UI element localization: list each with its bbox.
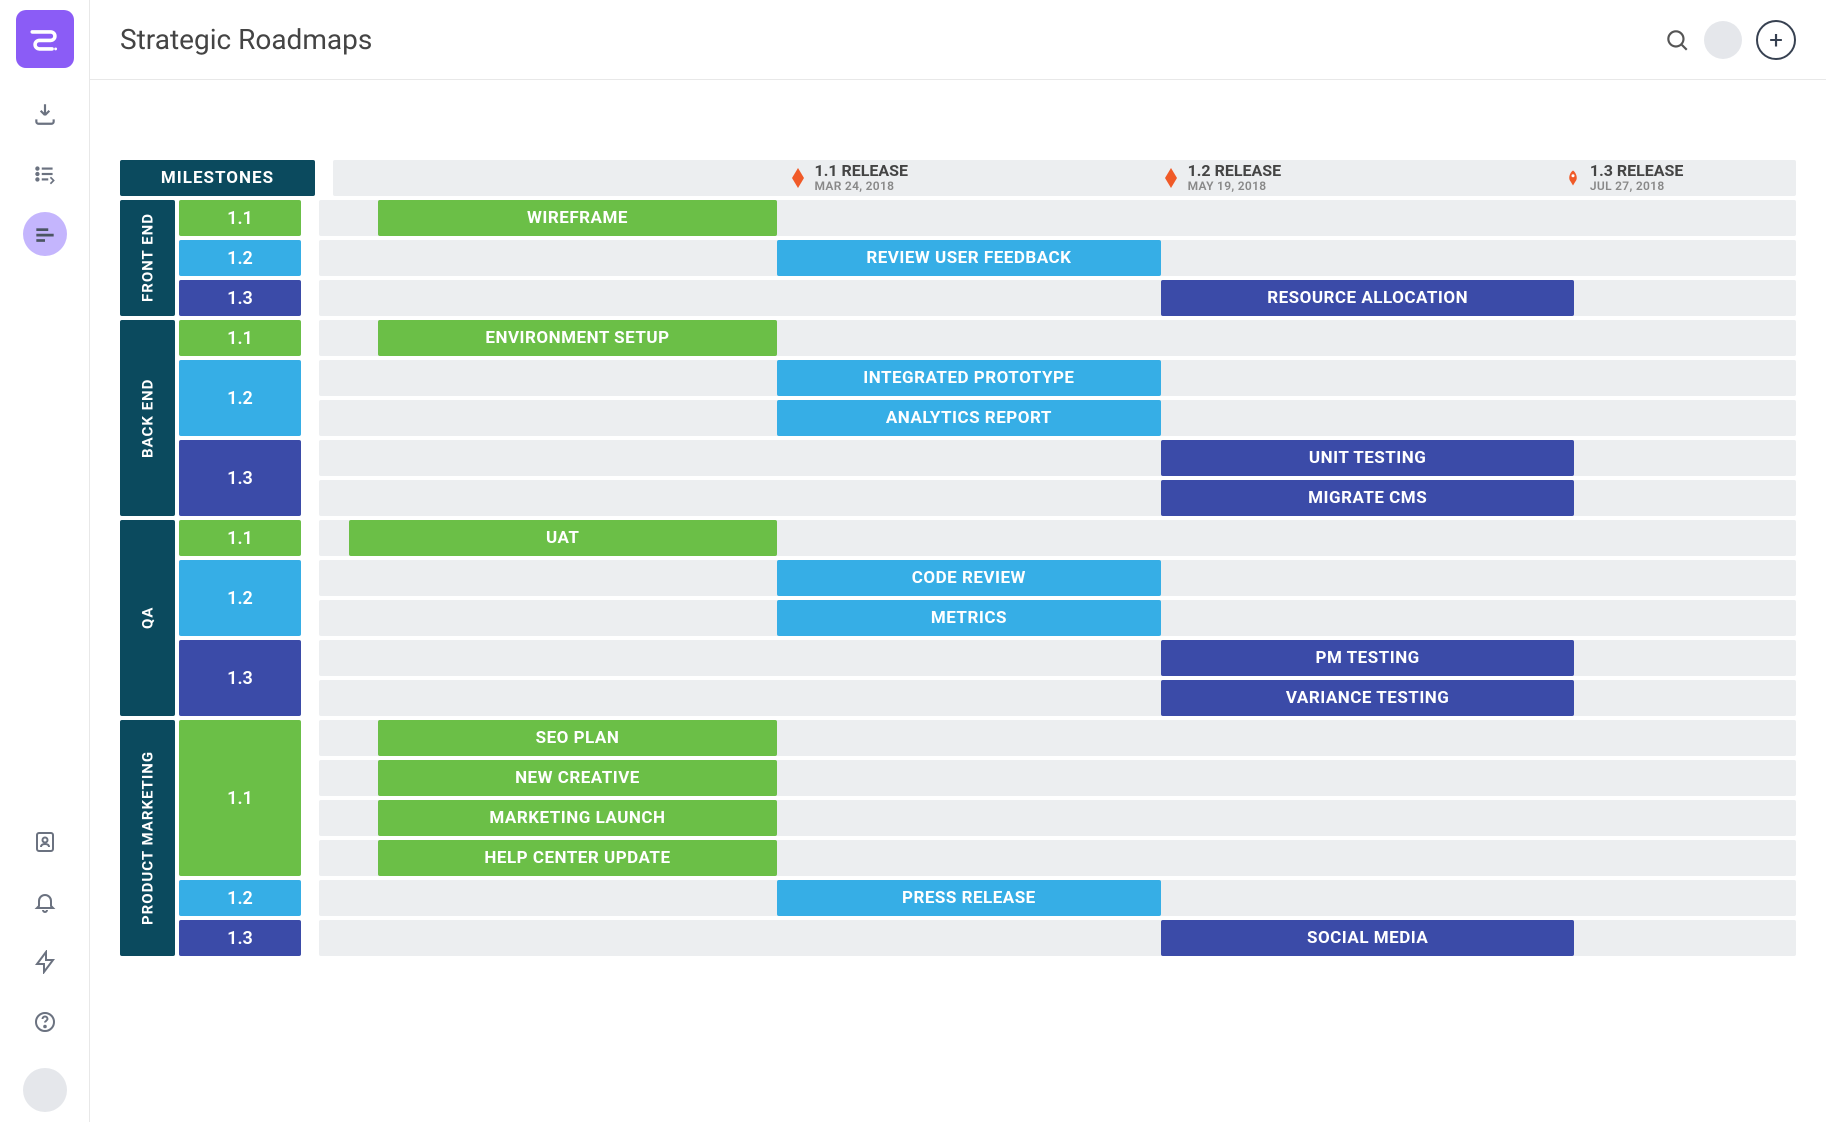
swimlane-label: PRODUCT MARKETING	[120, 720, 175, 956]
task-track: HELP CENTER UPDATE	[319, 840, 1796, 876]
lightning-icon[interactable]	[23, 940, 67, 984]
help-icon[interactable]	[23, 1000, 67, 1044]
search-icon[interactable]	[1664, 27, 1690, 53]
task-bar[interactable]: WIREFRAME	[378, 200, 777, 236]
milestone-date: MAR 24, 2018	[815, 180, 908, 193]
tracks-column: ENVIRONMENT SETUPINTEGRATED PROTOTYPE ANA…	[319, 320, 1796, 516]
milestone-track: 1.1 RELEASEMAR 24, 2018 1.2 RELEASEMAY 19…	[333, 160, 1796, 196]
task-track: ENVIRONMENT SETUP	[319, 320, 1796, 356]
left-nav-rail	[0, 0, 90, 1122]
milestone[interactable]: 1.2 RELEASEMAY 19, 2018	[1160, 160, 1281, 196]
milestone-title: 1.1 RELEASE	[815, 163, 908, 180]
version-tag[interactable]: 1.1	[179, 200, 301, 236]
tracks-column: UATCODE REVIEW METRICSPM TESTING VARIANCE …	[319, 520, 1796, 716]
task-bar[interactable]: ANALYTICS REPORT	[777, 400, 1161, 436]
version-tag[interactable]: 1.3	[179, 920, 301, 956]
list-icon[interactable]	[23, 152, 67, 196]
tracks-column: WIREFRAMEREVIEW USER FEEDBACKRESOURCE AL…	[319, 200, 1796, 316]
task-bar[interactable]: ENVIRONMENT SETUP	[378, 320, 777, 356]
task-track: PM TESTING	[319, 640, 1796, 676]
rail-user-avatar[interactable]	[23, 1068, 67, 1112]
task-track: UNIT TESTING	[319, 440, 1796, 476]
top-bar: Strategic Roadmaps +	[90, 0, 1826, 80]
task-bar[interactable]: MIGRATE CMS	[1161, 480, 1575, 516]
swimlane-label: FRONT END	[120, 200, 175, 316]
tracks-column: SEO PLAN NEW CREATIVE MARKETING LAUNCH HELP…	[319, 720, 1796, 956]
swimlane: PRODUCT MARKETING1.1 1.2 1.3 SEO PLAN NEW CR…	[120, 720, 1796, 956]
task-track: MARKETING LAUNCH	[319, 800, 1796, 836]
task-bar[interactable]: UAT	[349, 520, 777, 556]
task-track: WIREFRAME	[319, 200, 1796, 236]
version-tag[interactable]: 1.3	[179, 280, 301, 316]
swimlane: QA1.1 1.21.3 UATCODE REVIEW METRICSPM TESTI…	[120, 520, 1796, 716]
task-track: MIGRATE CMS	[319, 480, 1796, 516]
version-tag[interactable]: 1.1	[179, 320, 301, 356]
version-column: 1.1 1.2 1.3	[179, 720, 301, 956]
version-tag[interactable]: 1.2	[179, 880, 301, 916]
task-track: INTEGRATED PROTOTYPE	[319, 360, 1796, 396]
version-tag[interactable]: 1.1	[179, 520, 301, 556]
milestone-marker-icon	[1564, 164, 1582, 192]
swimlane: BACK END1.11.21.3ENVIRONMENT SETUPINTEGR…	[120, 320, 1796, 516]
task-track: VARIANCE TESTING	[319, 680, 1796, 716]
task-bar[interactable]: RESOURCE ALLOCATION	[1161, 280, 1575, 316]
milestone-title: 1.3 RELEASE	[1590, 163, 1683, 180]
task-track: ANALYTICS REPORT	[319, 400, 1796, 436]
task-track: REVIEW USER FEEDBACK	[319, 240, 1796, 276]
version-tag[interactable]: 1.2	[179, 240, 301, 276]
task-bar[interactable]: NEW CREATIVE	[378, 760, 777, 796]
swimlane: FRONT END1.1 1.2 1.3 WIREFRAMEREVIEW USER F…	[120, 200, 1796, 316]
milestone-date: MAY 19, 2018	[1188, 180, 1281, 193]
milestone-marker-icon	[1162, 164, 1180, 192]
task-bar[interactable]: VARIANCE TESTING	[1161, 680, 1575, 716]
task-bar[interactable]: MARKETING LAUNCH	[378, 800, 777, 836]
timeline-icon[interactable]	[23, 212, 67, 256]
milestone-date: JUL 27, 2018	[1590, 180, 1683, 193]
version-tag[interactable]: 1.2	[179, 360, 301, 436]
user-avatar[interactable]	[1704, 21, 1742, 59]
swimlane-label: QA	[120, 520, 175, 716]
add-button[interactable]: +	[1756, 20, 1796, 60]
milestone-marker-icon	[789, 164, 807, 192]
version-tag[interactable]: 1.2	[179, 560, 301, 636]
task-bar[interactable]: CODE REVIEW	[777, 560, 1161, 596]
milestone[interactable]: 1.1 RELEASEMAR 24, 2018	[787, 160, 908, 196]
version-column: 1.1 1.21.3	[179, 520, 301, 716]
version-tag[interactable]: 1.3	[179, 640, 301, 716]
task-bar[interactable]: SOCIAL MEDIA	[1161, 920, 1575, 956]
task-bar[interactable]: METRICS	[777, 600, 1161, 636]
task-track: METRICS	[319, 600, 1796, 636]
contacts-icon[interactable]	[23, 820, 67, 864]
task-bar[interactable]: REVIEW USER FEEDBACK	[777, 240, 1161, 276]
milestones-label: MILESTONES	[120, 160, 315, 196]
version-column: 1.1 1.21.3	[179, 320, 301, 516]
task-track: NEW CREATIVE	[319, 760, 1796, 796]
version-tag[interactable]: 1.1	[179, 720, 301, 876]
task-bar[interactable]: HELP CENTER UPDATE	[378, 840, 777, 876]
task-bar[interactable]: INTEGRATED PROTOTYPE	[777, 360, 1161, 396]
task-track: SOCIAL MEDIA	[319, 920, 1796, 956]
task-track: PRESS RELEASE	[319, 880, 1796, 916]
task-bar[interactable]: PRESS RELEASE	[777, 880, 1161, 916]
app-logo[interactable]	[16, 10, 74, 68]
task-bar[interactable]: UNIT TESTING	[1161, 440, 1575, 476]
milestone-title: 1.2 RELEASE	[1188, 163, 1281, 180]
import-icon[interactable]	[23, 92, 67, 136]
task-bar[interactable]: SEO PLAN	[378, 720, 777, 756]
swimlane-label: BACK END	[120, 320, 175, 516]
roadmap-gantt: MILESTONES 1.1 RELEASEMAR 24, 2018 1.2 RE…	[120, 160, 1796, 956]
task-track: UAT	[319, 520, 1796, 556]
version-tag[interactable]: 1.3	[179, 440, 301, 516]
task-track: SEO PLAN	[319, 720, 1796, 756]
task-bar[interactable]: PM TESTING	[1161, 640, 1575, 676]
page-title: Strategic Roadmaps	[120, 23, 372, 56]
task-track: RESOURCE ALLOCATION	[319, 280, 1796, 316]
milestone[interactable]: 1.3 RELEASEJUL 27, 2018	[1562, 160, 1683, 196]
task-track: CODE REVIEW	[319, 560, 1796, 596]
version-column: 1.1 1.2 1.3	[179, 200, 301, 316]
bell-icon[interactable]	[23, 880, 67, 924]
